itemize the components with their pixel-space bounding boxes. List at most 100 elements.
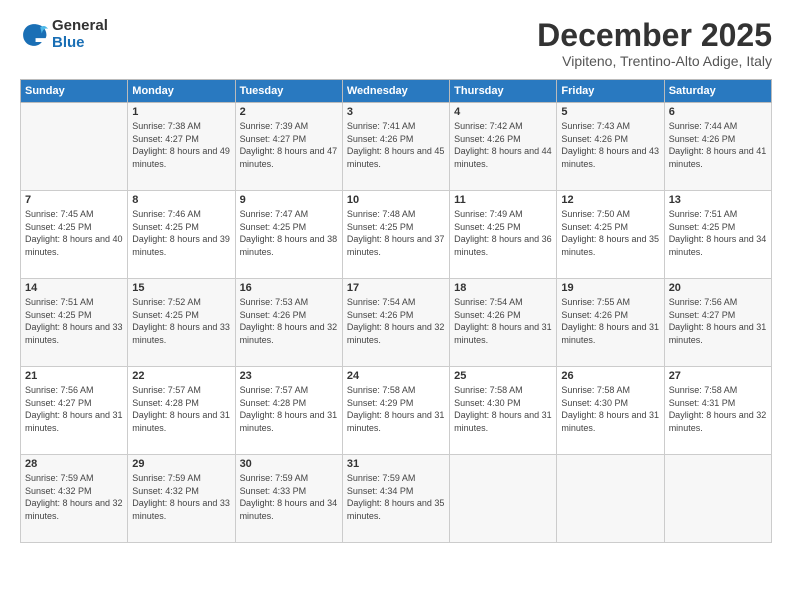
day-info: Sunrise: 7:59 AMSunset: 4:32 PMDaylight:… (25, 472, 123, 522)
table-cell: 22 Sunrise: 7:57 AMSunset: 4:28 PMDayligh… (128, 367, 235, 455)
day-number: 23 (240, 370, 338, 382)
table-cell: 12 Sunrise: 7:50 AMSunset: 4:25 PMDayligh… (557, 191, 664, 279)
table-cell: 28 Sunrise: 7:59 AMSunset: 4:32 PMDayligh… (21, 455, 128, 543)
day-number: 28 (25, 458, 123, 470)
col-saturday: Saturday (664, 80, 771, 103)
week-row-5: 28 Sunrise: 7:59 AMSunset: 4:32 PMDayligh… (21, 455, 772, 543)
day-info: Sunrise: 7:39 AMSunset: 4:27 PMDaylight:… (240, 120, 338, 170)
day-number: 7 (25, 194, 123, 206)
day-info: Sunrise: 7:52 AMSunset: 4:25 PMDaylight:… (132, 296, 230, 346)
table-cell: 17 Sunrise: 7:54 AMSunset: 4:26 PMDayligh… (342, 279, 449, 367)
day-info: Sunrise: 7:58 AMSunset: 4:31 PMDaylight:… (669, 384, 767, 434)
day-info: Sunrise: 7:38 AMSunset: 4:27 PMDaylight:… (132, 120, 230, 170)
day-number: 19 (561, 282, 659, 294)
day-info: Sunrise: 7:43 AMSunset: 4:26 PMDaylight:… (561, 120, 659, 170)
table-cell: 23Sunrise: 7:57 AMSunset: 4:28 PMDayligh… (235, 367, 342, 455)
logo-icon (20, 21, 48, 49)
table-cell: 26 Sunrise: 7:58 AMSunset: 4:30 PMDayligh… (557, 367, 664, 455)
table-cell: 8Sunrise: 7:46 AMSunset: 4:25 PMDaylight… (128, 191, 235, 279)
day-info: Sunrise: 7:54 AMSunset: 4:26 PMDaylight:… (454, 296, 552, 346)
day-info: Sunrise: 7:49 AMSunset: 4:25 PMDaylight:… (454, 208, 552, 258)
day-number: 10 (347, 194, 445, 206)
day-info: Sunrise: 7:58 AMSunset: 4:29 PMDaylight:… (347, 384, 445, 434)
day-info: Sunrise: 7:47 AMSunset: 4:25 PMDaylight:… (240, 208, 338, 258)
day-number: 12 (561, 194, 659, 206)
table-cell (557, 455, 664, 543)
day-info: Sunrise: 7:55 AMSunset: 4:26 PMDaylight:… (561, 296, 659, 346)
col-wednesday: Wednesday (342, 80, 449, 103)
day-info: Sunrise: 7:58 AMSunset: 4:30 PMDaylight:… (561, 384, 659, 434)
location-subtitle: Vipiteno, Trentino-Alto Adige, Italy (537, 53, 772, 69)
week-row-3: 14Sunrise: 7:51 AMSunset: 4:25 PMDayligh… (21, 279, 772, 367)
day-info: Sunrise: 7:58 AMSunset: 4:30 PMDaylight:… (454, 384, 552, 434)
day-info: Sunrise: 7:44 AMSunset: 4:26 PMDaylight:… (669, 120, 767, 170)
day-info: Sunrise: 7:42 AMSunset: 4:26 PMDaylight:… (454, 120, 552, 170)
table-cell: 14Sunrise: 7:51 AMSunset: 4:25 PMDayligh… (21, 279, 128, 367)
table-cell (21, 103, 128, 191)
col-thursday: Thursday (450, 80, 557, 103)
col-monday: Monday (128, 80, 235, 103)
day-info: Sunrise: 7:59 AMSunset: 4:34 PMDaylight:… (347, 472, 445, 522)
table-cell (664, 455, 771, 543)
day-number: 20 (669, 282, 767, 294)
table-cell: 25Sunrise: 7:58 AMSunset: 4:30 PMDayligh… (450, 367, 557, 455)
week-row-1: 1 Sunrise: 7:38 AMSunset: 4:27 PMDaylight… (21, 103, 772, 191)
day-number: 27 (669, 370, 767, 382)
table-cell: 6Sunrise: 7:44 AMSunset: 4:26 PMDaylight… (664, 103, 771, 191)
logo-blue-text: Blue (52, 35, 108, 52)
logo-general-text: General (52, 18, 108, 35)
header: General Blue December 2025 Vipiteno, Tre… (20, 18, 772, 69)
day-number: 26 (561, 370, 659, 382)
day-number: 16 (240, 282, 338, 294)
col-friday: Friday (557, 80, 664, 103)
month-title: December 2025 (537, 18, 772, 53)
logo: General Blue (20, 18, 108, 51)
header-row: Sunday Monday Tuesday Wednesday Thursday… (21, 80, 772, 103)
day-info: Sunrise: 7:54 AMSunset: 4:26 PMDaylight:… (347, 296, 445, 346)
day-number: 31 (347, 458, 445, 470)
table-cell: 10Sunrise: 7:48 AMSunset: 4:25 PMDayligh… (342, 191, 449, 279)
table-cell: 19 Sunrise: 7:55 AMSunset: 4:26 PMDayligh… (557, 279, 664, 367)
day-info: Sunrise: 7:46 AMSunset: 4:25 PMDaylight:… (132, 208, 230, 258)
day-info: Sunrise: 7:51 AMSunset: 4:25 PMDaylight:… (669, 208, 767, 258)
day-number: 30 (240, 458, 338, 470)
table-cell: 11Sunrise: 7:49 AMSunset: 4:25 PMDayligh… (450, 191, 557, 279)
day-info: Sunrise: 7:59 AMSunset: 4:33 PMDaylight:… (240, 472, 338, 522)
day-number: 17 (347, 282, 445, 294)
day-info: Sunrise: 7:53 AMSunset: 4:26 PMDaylight:… (240, 296, 338, 346)
day-info: Sunrise: 7:45 AMSunset: 4:25 PMDaylight:… (25, 208, 123, 258)
day-number: 9 (240, 194, 338, 206)
table-cell: 31 Sunrise: 7:59 AMSunset: 4:34 PMDayligh… (342, 455, 449, 543)
table-cell: 4 Sunrise: 7:42 AMSunset: 4:26 PMDaylight… (450, 103, 557, 191)
title-block: December 2025 Vipiteno, Trentino-Alto Ad… (537, 18, 772, 69)
day-number: 1 (132, 106, 230, 118)
table-cell: 15 Sunrise: 7:52 AMSunset: 4:25 PMDayligh… (128, 279, 235, 367)
col-sunday: Sunday (21, 80, 128, 103)
col-tuesday: Tuesday (235, 80, 342, 103)
table-cell: 16 Sunrise: 7:53 AMSunset: 4:26 PMDayligh… (235, 279, 342, 367)
day-number: 2 (240, 106, 338, 118)
day-info: Sunrise: 7:50 AMSunset: 4:25 PMDaylight:… (561, 208, 659, 258)
table-cell: 27 Sunrise: 7:58 AMSunset: 4:31 PMDayligh… (664, 367, 771, 455)
day-number: 3 (347, 106, 445, 118)
table-cell (450, 455, 557, 543)
table-cell: 9 Sunrise: 7:47 AMSunset: 4:25 PMDaylight… (235, 191, 342, 279)
day-number: 21 (25, 370, 123, 382)
table-cell: 21Sunrise: 7:56 AMSunset: 4:27 PMDayligh… (21, 367, 128, 455)
table-cell: 20 Sunrise: 7:56 AMSunset: 4:27 PMDayligh… (664, 279, 771, 367)
day-number: 24 (347, 370, 445, 382)
table-cell: 29Sunrise: 7:59 AMSunset: 4:32 PMDayligh… (128, 455, 235, 543)
day-info: Sunrise: 7:41 AMSunset: 4:26 PMDaylight:… (347, 120, 445, 170)
calendar-table: Sunday Monday Tuesday Wednesday Thursday… (20, 79, 772, 543)
page: General Blue December 2025 Vipiteno, Tre… (0, 0, 792, 612)
day-info: Sunrise: 7:51 AMSunset: 4:25 PMDaylight:… (25, 296, 123, 346)
day-info: Sunrise: 7:57 AMSunset: 4:28 PMDaylight:… (132, 384, 230, 434)
table-cell: 13 Sunrise: 7:51 AMSunset: 4:25 PMDayligh… (664, 191, 771, 279)
day-number: 15 (132, 282, 230, 294)
day-info: Sunrise: 7:56 AMSunset: 4:27 PMDaylight:… (669, 296, 767, 346)
day-number: 5 (561, 106, 659, 118)
day-number: 13 (669, 194, 767, 206)
day-number: 22 (132, 370, 230, 382)
table-cell: 1 Sunrise: 7:38 AMSunset: 4:27 PMDaylight… (128, 103, 235, 191)
day-number: 4 (454, 106, 552, 118)
